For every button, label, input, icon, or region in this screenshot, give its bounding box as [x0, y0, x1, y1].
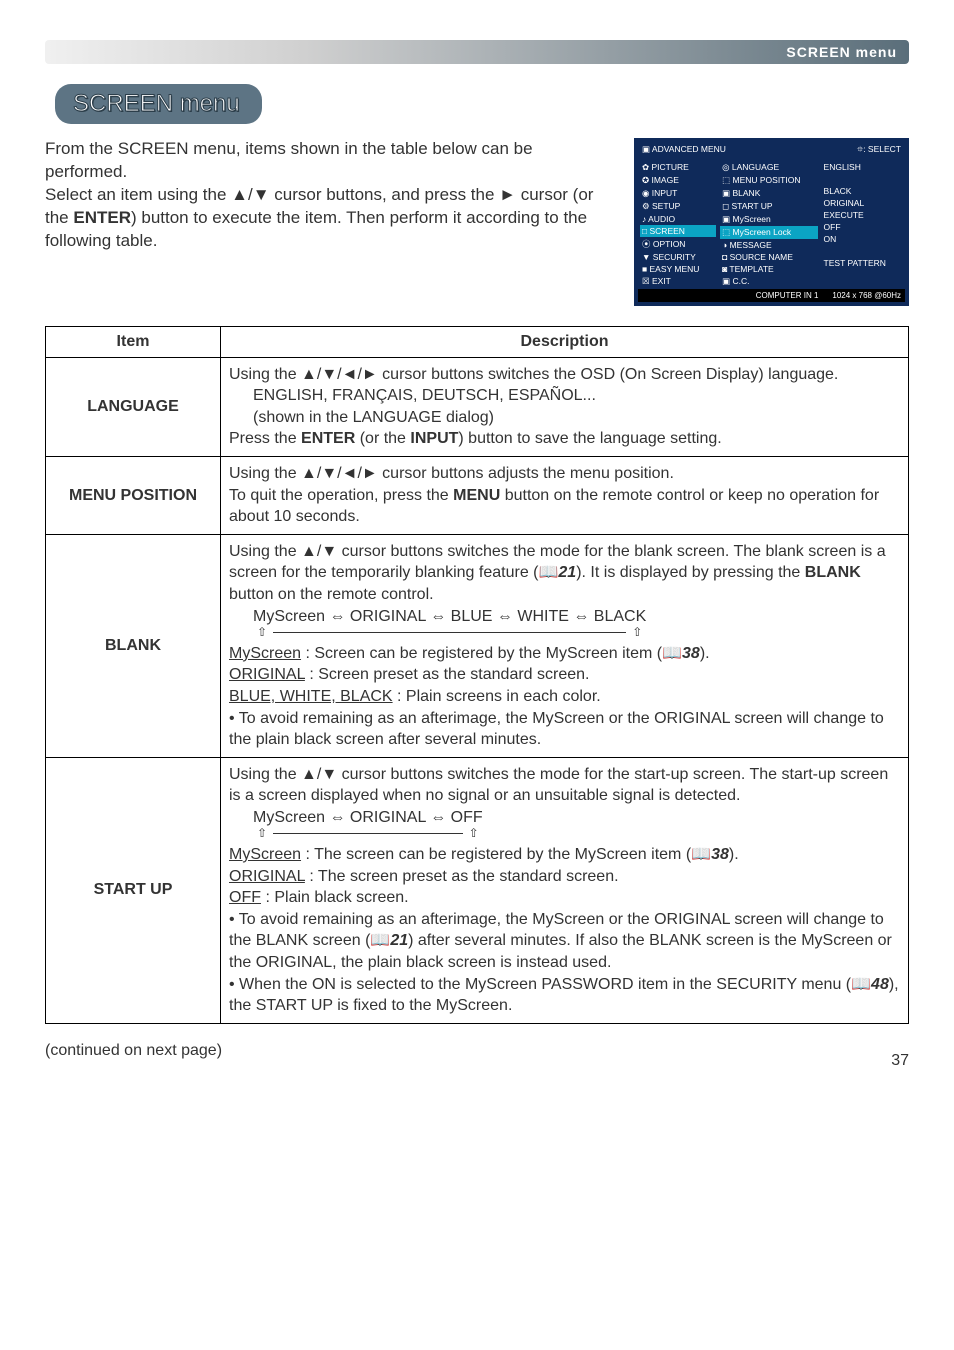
desc-line: Using the ▲/▼ cursor buttons switches th… — [229, 541, 900, 606]
desc-line: To quit the operation, press the MENU bu… — [229, 485, 900, 528]
page-number: 37 — [891, 1052, 909, 1070]
cycle-line: MyScreen ⇔ ORIGINAL ⇔ BLUE ⇔ WHITE ⇔ BLA… — [229, 606, 900, 643]
desc-line-indent: (shown in the LANGUAGE dialog) — [229, 407, 900, 429]
desc-cell: Using the ▲/▼/◄/► cursor buttons adjusts… — [221, 456, 909, 534]
menu-row: ◻ START UP — [720, 200, 817, 213]
menu-row: ◑ MESSAGE — [720, 239, 817, 251]
desc-line: • To avoid remaining as an afterimage, t… — [229, 708, 900, 751]
desc-line: ORIGINAL : Screen preset as the standard… — [229, 664, 900, 686]
menu-row: ◎ LANGUAGE — [720, 161, 817, 174]
desc-line: Using the ▲/▼ cursor buttons switches th… — [229, 764, 900, 807]
menu-row: ✪ IMAGE — [640, 174, 716, 187]
section-title: SCREEN menu — [73, 90, 240, 117]
item-cell: BLANK — [46, 534, 221, 757]
desc-line: Using the ▲/▼/◄/► cursor buttons adjusts… — [229, 463, 900, 485]
desc-line: Press the ENTER (or the INPUT) button to… — [229, 428, 900, 450]
desc-line: ORIGINAL : The screen preset as the stan… — [229, 866, 900, 888]
menu-header-left: ▣ ADVANCED MENU — [642, 144, 726, 158]
menu-row: □ SCREEN — [640, 225, 716, 237]
desc-cell: Using the ▲/▼ cursor buttons switches th… — [221, 757, 909, 1023]
desc-line: BLUE, WHITE, BLACK : Plain screens in ea… — [229, 686, 900, 708]
osd-menu-preview: ▣ ADVANCED MENU ⯐: SELECT ✿ PICTURE✪ IMA… — [634, 138, 909, 306]
menu-row: ▣ BLANK — [720, 187, 817, 200]
menu-row: ORIGINAL — [822, 197, 903, 209]
menu-row: BLACK — [822, 185, 903, 197]
desc-cell: Using the ▲/▼/◄/► cursor buttons switche… — [221, 357, 909, 456]
th-item: Item — [46, 327, 221, 358]
breadcrumb: SCREEN menu — [786, 44, 897, 60]
menu-row: ▼ SECURITY — [640, 251, 716, 263]
menu-row: ☒ EXIT — [640, 275, 716, 288]
menu-row: ⬚ MENU POSITION — [720, 174, 817, 187]
desc-line: Using the ▲/▼/◄/► cursor buttons switche… — [229, 364, 900, 386]
menu-row: ♪ AUDIO — [640, 213, 716, 225]
menu-row: ◘ SOURCE NAME — [720, 251, 817, 263]
desc-cell: Using the ▲/▼ cursor buttons switches th… — [221, 534, 909, 757]
menu-row: ⬚ MyScreen Lock — [720, 226, 817, 239]
th-desc: Description — [221, 327, 909, 358]
desc-line-indent: ENGLISH, FRANÇAIS, DEUTSCH, ESPAÑOL... — [229, 385, 900, 407]
menu-row: ⦿ OPTION — [640, 237, 716, 251]
menu-row: ▣ C.C. — [720, 275, 817, 288]
menu-row — [822, 269, 903, 281]
menu-row: OFF — [822, 221, 903, 233]
menu-footer-left: COMPUTER IN 1 — [756, 291, 819, 300]
desc-line: • When the ON is selected to the MyScree… — [229, 974, 900, 1017]
continued-note: (continued on next page) — [45, 1042, 909, 1060]
desc-line: MyScreen : Screen can be registered by t… — [229, 643, 900, 665]
menu-row: EXECUTE — [822, 209, 903, 221]
menu-header-right: ⯐: SELECT — [857, 144, 901, 158]
section-title-pill: SCREEN menu — [55, 84, 262, 124]
menu-row: ⚙ SETUP — [640, 200, 716, 213]
desc-line: OFF : Plain black screen. — [229, 887, 900, 909]
menu-row: TEST PATTERN — [822, 257, 903, 269]
menu-row: ON — [822, 233, 903, 245]
menu-row — [822, 245, 903, 257]
item-cell: MENU POSITION — [46, 456, 221, 534]
menu-row: ▣ MyScreen — [720, 213, 817, 226]
intro-text: From the SCREEN menu, items shown in the… — [45, 138, 614, 253]
menu-row: ■ EASY MENU — [640, 263, 716, 275]
menu-footer-right: 1024 x 768 @60Hz — [832, 291, 901, 300]
menu-row: ENGLISH — [822, 161, 903, 173]
menu-row: ◙ TEMPLATE — [720, 263, 817, 275]
desc-line: MyScreen : The screen can be registered … — [229, 844, 900, 866]
menu-row: ◉ INPUT — [640, 187, 716, 200]
menu-row — [822, 173, 903, 185]
desc-line: • To avoid remaining as an afterimage, t… — [229, 909, 900, 974]
header-gradient: SCREEN menu — [45, 40, 909, 64]
item-cell: LANGUAGE — [46, 357, 221, 456]
menu-row: ✿ PICTURE — [640, 161, 716, 174]
settings-table: Item Description LANGUAGE Using the ▲/▼/◄… — [45, 326, 909, 1024]
cycle-line: MyScreen ⇔ ORIGINAL ⇔ OFF⇧⇧ — [229, 807, 900, 844]
item-cell: START UP — [46, 757, 221, 1023]
